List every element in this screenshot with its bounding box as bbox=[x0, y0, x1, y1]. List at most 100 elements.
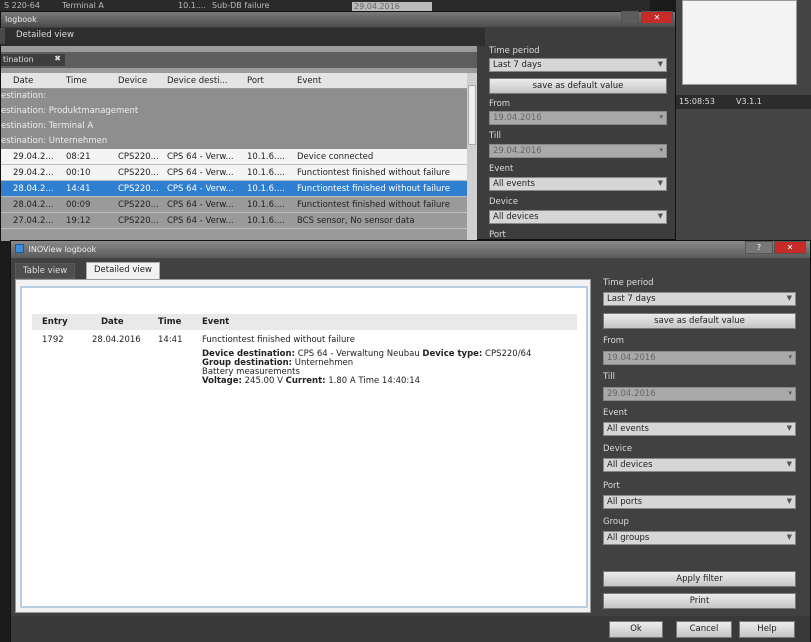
table-cell: 10.1.6.... bbox=[247, 216, 285, 226]
back-scrollbar[interactable] bbox=[467, 73, 477, 241]
table-cell: 27.04.2... bbox=[13, 216, 54, 226]
table-row[interactable]: 28.04.2... 14:41 CPS220... CPS 64 - Verw...… bbox=[1, 181, 467, 197]
table-cell: CPS 64 - Verw... bbox=[167, 184, 234, 194]
back-close-button[interactable]: ✕ bbox=[641, 11, 673, 24]
group-chip-row: tination ✖ bbox=[1, 52, 477, 68]
back-help-button[interactable] bbox=[621, 11, 639, 24]
apply-filter-button[interactable]: Apply filter bbox=[603, 571, 796, 587]
header-time[interactable]: Time bbox=[66, 76, 87, 86]
detail-entry-row[interactable]: 1792 28.04.2016 14:41 Functiontest finis… bbox=[32, 333, 577, 347]
measurement-time: Time 14:40:14 bbox=[358, 376, 421, 386]
entry-id: 1792 bbox=[42, 335, 64, 345]
back-till-label: Till bbox=[489, 131, 502, 141]
front-close-button[interactable]: ✕ bbox=[774, 241, 806, 254]
chevron-down-icon: ▼ bbox=[786, 497, 792, 505]
help-icon: ? bbox=[756, 243, 762, 252]
table-cell: CPS 64 - Verw... bbox=[167, 168, 234, 178]
print-button[interactable]: Print bbox=[603, 593, 796, 609]
table-cell: Functiontest finished without failure bbox=[297, 168, 450, 178]
chip-remove-icon[interactable]: ✖ bbox=[54, 54, 61, 63]
table-cell: CPS 64 - Verw... bbox=[167, 200, 234, 210]
group-chip-label: tination bbox=[3, 55, 34, 64]
table-cell: 08:21 bbox=[66, 152, 91, 162]
measurement-line: Voltage: 245.00 V Current: 1.80 A Time 1… bbox=[202, 377, 582, 386]
back-save-default-button[interactable]: save as default value bbox=[489, 78, 667, 94]
background-top-strip: S 220-64 Terminal A 10.1.... Sub-DB fail… bbox=[0, 0, 650, 11]
back-event-select[interactable]: All events ▼ bbox=[489, 177, 667, 191]
tab-table-view[interactable]: Table view bbox=[15, 263, 76, 279]
event-select[interactable]: All events ▼ bbox=[603, 422, 796, 436]
device-label: Device bbox=[603, 444, 633, 454]
header-port[interactable]: Port bbox=[247, 76, 264, 86]
strip-destination: Terminal A bbox=[62, 1, 104, 10]
back-from-value: 19.04.2016 bbox=[493, 113, 542, 123]
back-tab-table-view[interactable] bbox=[0, 28, 5, 44]
back-table: Date Time Device Device desti... Port Ev… bbox=[1, 73, 467, 229]
version-label: V3.1.1 bbox=[736, 97, 762, 106]
group-destination-value: Unternehmen bbox=[294, 358, 354, 368]
back-scroll-thumb[interactable] bbox=[468, 85, 476, 145]
port-value: All ports bbox=[607, 497, 643, 507]
calendar-icon: ▾ bbox=[788, 353, 792, 361]
current-label: Current: bbox=[285, 376, 326, 386]
device-select[interactable]: All devices ▼ bbox=[603, 458, 796, 472]
back-port-label: Port bbox=[489, 230, 506, 240]
front-logbook-window: INOView logbook ? ✕ Table view Detailed … bbox=[10, 240, 811, 642]
save-default-button[interactable]: save as default value bbox=[603, 313, 796, 329]
header-device[interactable]: Device bbox=[118, 76, 147, 86]
header-event[interactable]: Event bbox=[297, 76, 321, 86]
group-row[interactable]: estination: Unternehmen bbox=[1, 134, 467, 149]
back-filter-panel: Time period Last 7 days ▼ save as default… bbox=[489, 46, 667, 241]
entry-date: 28.04.2016 bbox=[92, 335, 141, 345]
chevron-down-icon: ▼ bbox=[786, 460, 792, 468]
table-row[interactable]: 29.04.2... 08:21 CPS220... CPS 64 - Verw...… bbox=[1, 149, 467, 165]
voltage-label: Voltage: bbox=[202, 376, 242, 386]
chevron-down-icon: ▼ bbox=[657, 212, 663, 220]
back-from-field[interactable]: 19.04.2016 ▾ bbox=[489, 111, 667, 125]
table-cell: 10.1.6.... bbox=[247, 200, 285, 210]
from-field[interactable]: 19.04.2016 ▾ bbox=[603, 351, 796, 365]
strip-device: S 220-64 bbox=[4, 1, 40, 10]
tab-detailed-view[interactable]: Detailed view bbox=[86, 262, 160, 280]
group-select[interactable]: All groups ▼ bbox=[603, 531, 796, 545]
table-cell: CPS220... bbox=[118, 168, 159, 178]
port-select[interactable]: All ports ▼ bbox=[603, 495, 796, 509]
back-tab-detailed-view[interactable]: Detailed view bbox=[9, 28, 81, 44]
table-cell: 29.04.2... bbox=[13, 152, 54, 162]
back-till-field[interactable]: 29.04.2016 ▾ bbox=[489, 144, 667, 158]
group-row[interactable]: estination: Terminal A bbox=[1, 119, 467, 134]
chevron-down-icon: ▼ bbox=[786, 424, 792, 432]
cancel-button[interactable]: Cancel bbox=[676, 621, 732, 638]
till-field[interactable]: 29.04.2016 ▾ bbox=[603, 387, 796, 401]
back-tabbar: Detailed view bbox=[0, 28, 485, 46]
table-cell: CPS220... bbox=[118, 200, 159, 210]
back-time-period-select[interactable]: Last 7 days ▼ bbox=[489, 58, 667, 72]
time-period-select[interactable]: Last 7 days ▼ bbox=[603, 292, 796, 306]
group-value: All groups bbox=[607, 533, 650, 543]
header-device-destination[interactable]: Device desti... bbox=[167, 76, 228, 86]
ok-button[interactable]: Ok bbox=[609, 621, 663, 638]
table-row[interactable]: 29.04.2... 00:10 CPS220... CPS 64 - Verw...… bbox=[1, 165, 467, 181]
back-till-value: 29.04.2016 bbox=[493, 146, 542, 156]
table-row[interactable]: 28.04.2... 00:09 CPS220... CPS 64 - Verw...… bbox=[1, 197, 467, 213]
close-icon: ✕ bbox=[653, 13, 661, 22]
group-row[interactable]: estination: bbox=[1, 89, 467, 104]
header-entry: Entry bbox=[42, 317, 68, 327]
header-date: Date bbox=[101, 317, 124, 327]
front-help-button[interactable]: ? bbox=[745, 241, 773, 254]
help-button[interactable]: Help bbox=[739, 621, 795, 638]
table-cell: 28.04.2... bbox=[13, 200, 54, 210]
group-row[interactable]: estination: Produktmanagement bbox=[1, 104, 467, 119]
table-cell: 00:09 bbox=[66, 200, 91, 210]
table-row[interactable]: 27.04.2... 19:12 CPS220... CPS 64 - Verw...… bbox=[1, 213, 467, 229]
back-device-select[interactable]: All devices ▼ bbox=[489, 210, 667, 224]
table-cell: 10.1.6.... bbox=[247, 152, 285, 162]
close-icon: ✕ bbox=[786, 243, 794, 252]
device-type-label: Device type: bbox=[422, 349, 483, 359]
header-date[interactable]: Date bbox=[13, 76, 33, 86]
current-value: 1.80 A bbox=[328, 376, 356, 386]
back-table-area: tination ✖ Date Time Device Device desti… bbox=[1, 46, 477, 241]
group-chip[interactable]: tination ✖ bbox=[1, 54, 65, 66]
strip-event: Sub-DB failure bbox=[212, 1, 270, 10]
back-time-period-label: Time period bbox=[489, 46, 540, 56]
